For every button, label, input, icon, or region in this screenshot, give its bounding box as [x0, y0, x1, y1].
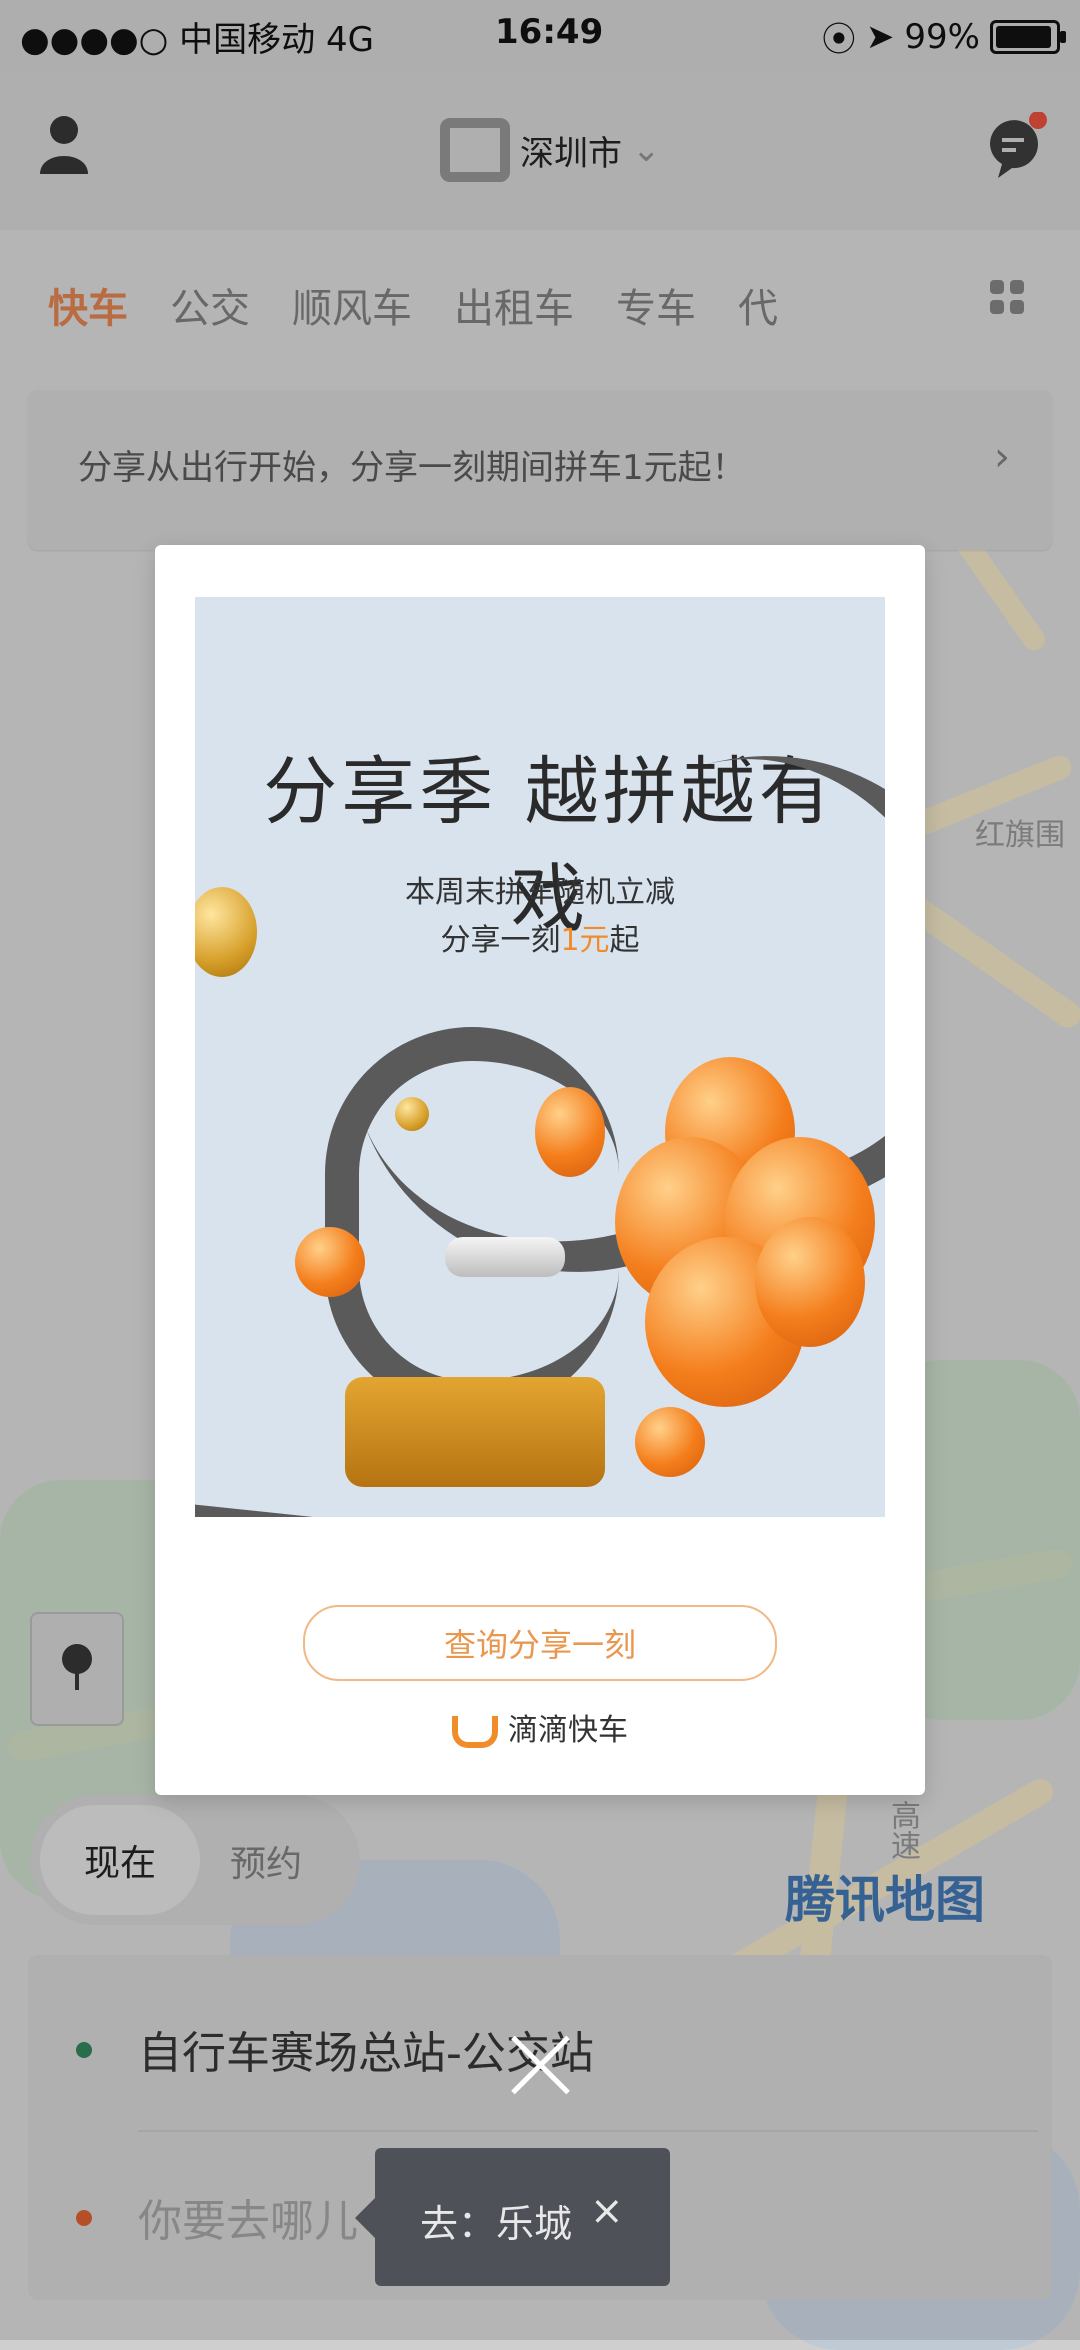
query-share-button[interactable]: 查询分享一刻 — [303, 1605, 777, 1681]
gold-coin-icon — [195, 887, 257, 977]
toast-close-icon[interactable]: × — [590, 2188, 624, 2234]
balloon-icon — [295, 1227, 365, 1297]
toast-text: 去：乐城 — [420, 2202, 573, 2246]
didi-logo-icon — [452, 1715, 498, 1748]
balloon-icon — [755, 1217, 865, 1347]
white-car-icon — [445, 1237, 565, 1277]
promo-poster[interactable]: 分享季 越拼越有戏 本周末拼车随机立减 分享一刻1元起 — [195, 597, 885, 1517]
promo-modal: 分享季 越拼越有戏 本周末拼车随机立减 分享一刻1元起 查询分享一刻 滴滴快车 — [155, 545, 925, 1795]
didi-express-brand: 滴滴快车 — [155, 1705, 925, 1749]
gold-coin-icon — [395, 1097, 429, 1131]
destination-toast[interactable]: 去：乐城 × — [355, 2148, 670, 2286]
close-icon[interactable] — [505, 2030, 575, 2100]
gold-car-icon — [345, 1377, 605, 1487]
balloon-icon — [535, 1087, 605, 1177]
brand-label: 滴滴快车 — [508, 1713, 628, 1748]
balloon-icon — [635, 1407, 705, 1477]
